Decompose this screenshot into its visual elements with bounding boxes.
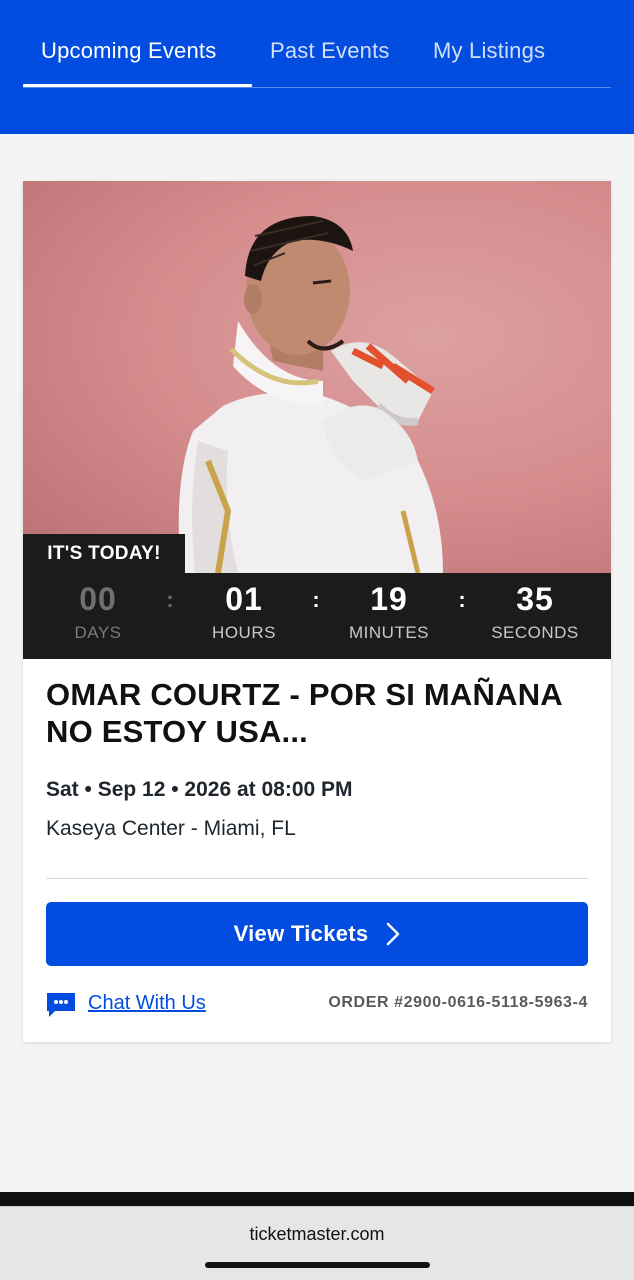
tab-my-listings[interactable]: My Listings [433,38,545,88]
days-label: DAYS [74,623,122,642]
days-value: 00 [79,581,117,617]
order-number: ORDER #2900-0616-5118-5963-4 [328,994,588,1011]
browser-url-bar[interactable]: ticketmaster.com [0,1206,634,1280]
minutes-value: 19 [370,581,408,617]
countdown-days: 00 DAYS [25,573,171,659]
event-venue: Kaseya Center - Miami, FL [46,817,296,840]
view-tickets-button[interactable]: View Tickets [46,902,588,966]
seconds-value: 35 [516,581,554,617]
tab-upcoming-events[interactable]: Upcoming Events [41,38,216,88]
seconds-label: SECONDS [491,623,579,642]
hours-value: 01 [225,581,263,617]
event-date: Sat • Sep 12 • 2026 at 08:00 PM [46,778,353,801]
top-navigation-bar: Upcoming Events Past Events My Listings [0,0,634,134]
artist-illustration [178,216,443,573]
hours-label: HOURS [212,623,276,642]
countdown-minutes: 19 MINUTES [316,573,462,659]
home-indicator[interactable] [205,1262,430,1268]
active-tab-indicator [23,84,252,87]
today-badge: IT'S TODAY! [23,534,185,573]
divider [46,878,588,879]
countdown-hours: 01 HOURS [171,573,317,659]
artist-photo: IT'S TODAY! [23,181,611,573]
countdown-seconds: 35 SECONDS [462,573,608,659]
minutes-label: MINUTES [349,623,429,642]
toolbar-edge [0,1192,634,1206]
countdown-timer: 00 DAYS : 01 HOURS : 19 MINUTES : 35 SEC… [23,573,611,659]
chat-with-us-link[interactable]: Chat With Us [88,992,206,1015]
chevron-right-icon [386,922,400,946]
event-tabs: Upcoming Events Past Events My Listings [23,0,611,88]
url-text[interactable]: ticketmaster.com [0,1224,634,1245]
event-title: OMAR COURTZ - POR SI MAÑANA NO ESTOY USA… [46,677,562,749]
view-tickets-label: View Tickets [233,921,369,946]
chat-icon[interactable] [46,992,76,1018]
tab-past-events[interactable]: Past Events [270,38,390,88]
event-card: IT'S TODAY! 00 DAYS : 01 HOURS : 19 MINU… [23,181,611,1042]
